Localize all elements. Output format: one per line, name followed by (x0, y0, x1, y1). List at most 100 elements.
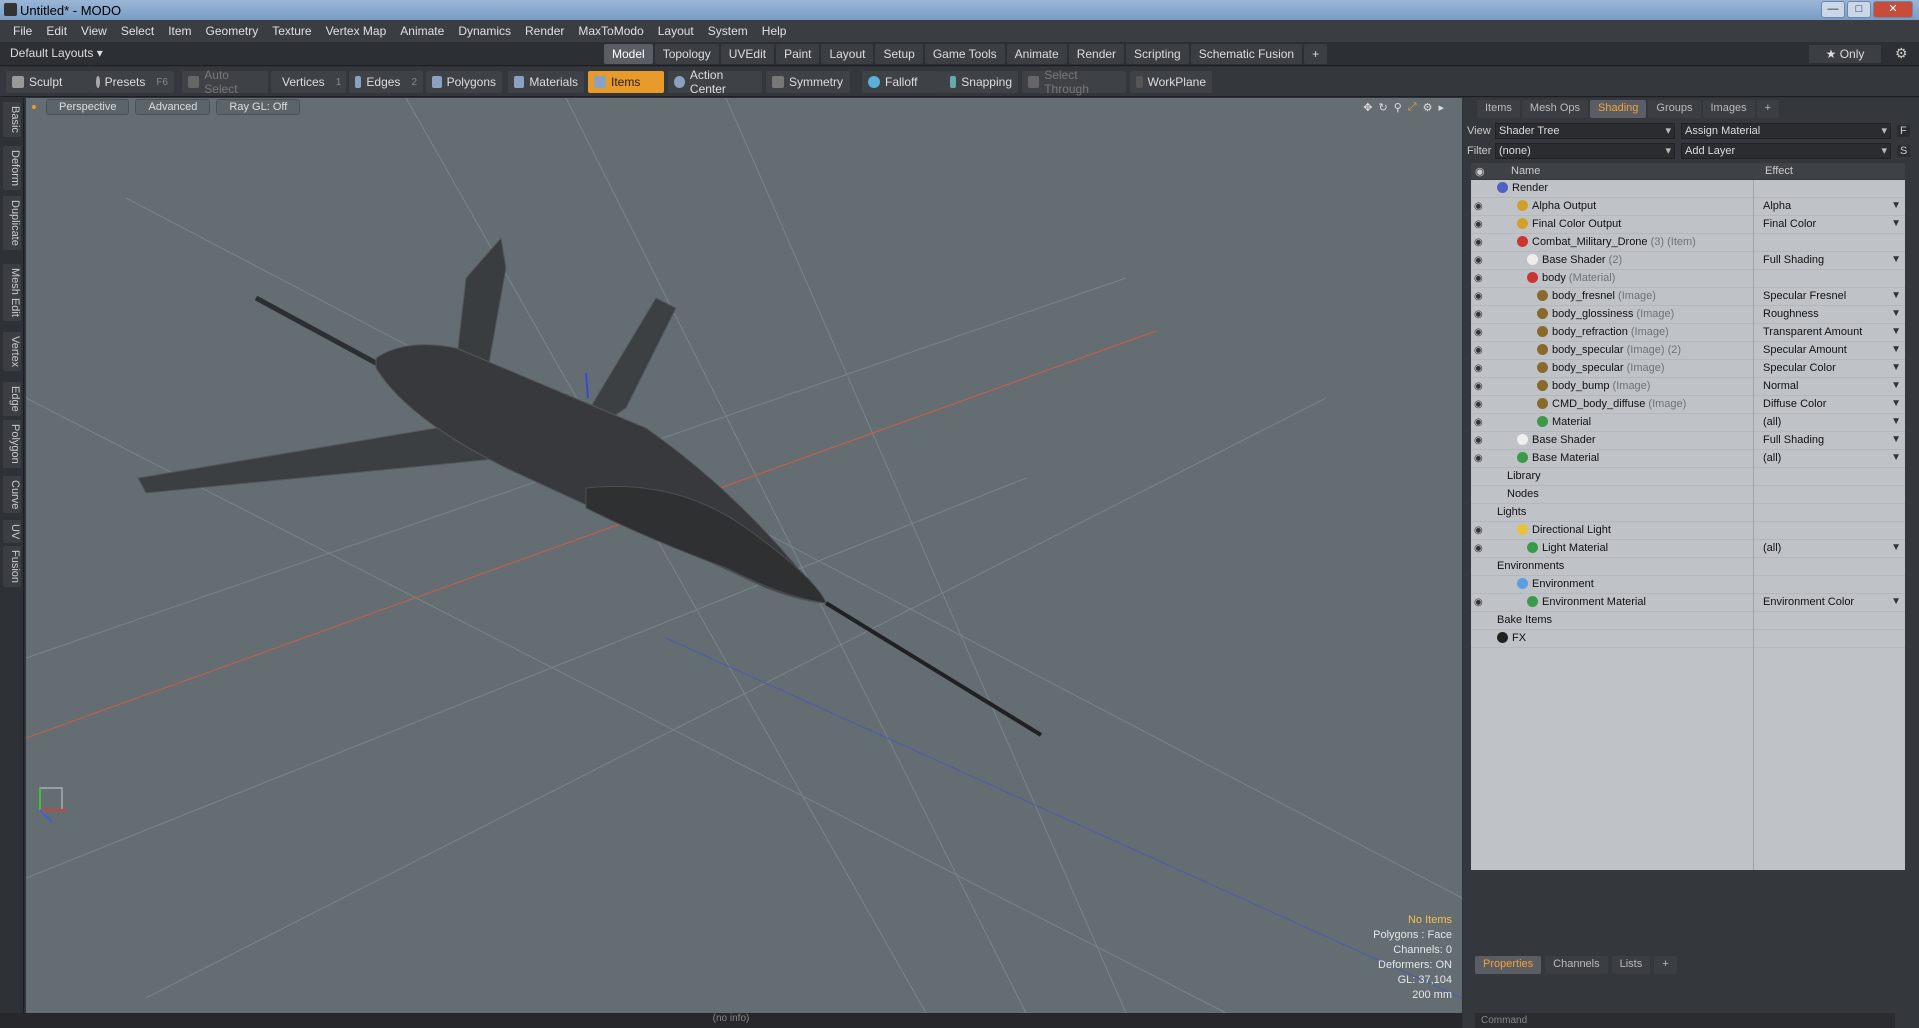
effect-dropdown-arrow-icon[interactable]: ▼ (1891, 452, 1901, 463)
tree-row[interactable]: ◉ Base Material (all) ▼ (1471, 450, 1905, 468)
visibility-eye-icon[interactable]: ◉ (1474, 219, 1486, 230)
menu-edit[interactable]: Edit (39, 24, 74, 38)
menu-file[interactable]: File (6, 24, 39, 38)
tree-item-effect[interactable]: (all) (1763, 416, 1781, 428)
menu-vertex-map[interactable]: Vertex Map (319, 24, 394, 38)
effect-dropdown-arrow-icon[interactable]: ▼ (1891, 254, 1901, 265)
tree-item-effect[interactable]: Specular Amount (1763, 344, 1847, 356)
tree-item-effect[interactable]: Environment Color (1763, 596, 1854, 608)
tree-row[interactable]: Nodes (1471, 486, 1905, 504)
filter-dropdown[interactable]: (none) (1495, 143, 1675, 159)
tree-row[interactable]: ◉ CMD_body_diffuse (Image) Diffuse Color ▼ (1471, 396, 1905, 414)
tree-row[interactable]: ◉ body (Material) (1471, 270, 1905, 288)
left-tab-fusion[interactable]: Fusion (3, 546, 21, 588)
tree-row[interactable]: ◉ Combat_Military_Drone (3) (Item) (1471, 234, 1905, 252)
left-tab-uv[interactable]: UV (3, 520, 21, 544)
prop-tab-properties[interactable]: Properties (1475, 956, 1542, 974)
tree-row[interactable]: ◉ body_specular (Image) (2) Specular Amoun… (1471, 342, 1905, 360)
tree-row[interactable]: ◉ Directional Light (1471, 522, 1905, 540)
tree-row[interactable]: ◉ Final Color Output Final Color ▼ (1471, 216, 1905, 234)
raygl-button[interactable]: Ray GL: Off (216, 99, 301, 115)
action-center-button[interactable]: Action Center (668, 68, 762, 96)
tree-row[interactable]: Render (1471, 180, 1905, 198)
effect-dropdown-arrow-icon[interactable]: ▼ (1891, 416, 1901, 427)
layout-tab-scripting[interactable]: Scripting (1126, 44, 1189, 64)
layout-tab-topology[interactable]: Topology (654, 44, 719, 64)
effect-dropdown-arrow-icon[interactable]: ▼ (1891, 200, 1901, 211)
visibility-eye-icon[interactable]: ◉ (1474, 291, 1486, 302)
panel-tab-items[interactable]: Items (1477, 100, 1520, 118)
tree-row[interactable]: ◉ body_bump (Image) Normal ▼ (1471, 378, 1905, 396)
add-layer-dropdown[interactable]: Add Layer (1681, 143, 1891, 159)
drone-model[interactable] (137, 236, 1043, 737)
tree-row[interactable]: FX (1471, 630, 1905, 648)
menu-geometry[interactable]: Geometry (199, 24, 266, 38)
visibility-eye-icon[interactable]: ◉ (1474, 543, 1486, 554)
tree-item-effect[interactable]: Normal (1763, 380, 1798, 392)
layout-tab--[interactable]: + (1304, 44, 1328, 64)
panel-tab-shading[interactable]: Shading (1590, 100, 1647, 118)
tree-row[interactable]: Environment (1471, 576, 1905, 594)
effect-dropdown-arrow-icon[interactable]: ▼ (1891, 542, 1901, 553)
viewport-settings-icon[interactable]: ⚙ (1423, 101, 1433, 114)
prop-tab--[interactable]: + (1654, 956, 1677, 974)
tree-row[interactable]: ◉ Light Material (all) ▼ (1471, 540, 1905, 558)
gear-icon[interactable]: ⚙ (1895, 45, 1911, 61)
visibility-eye-icon[interactable]: ◉ (1474, 255, 1486, 266)
left-tab-deform[interactable]: Deform (3, 146, 21, 191)
rotate-view-icon[interactable]: ↻ (1379, 101, 1388, 114)
tree-item-effect[interactable]: Specular Fresnel (1763, 290, 1846, 302)
left-tab-curve[interactable]: Curve (3, 476, 21, 514)
layout-tab-uvedit[interactable]: UVEdit (720, 44, 775, 64)
visibility-eye-icon[interactable]: ◉ (1474, 363, 1486, 374)
assign-material-dropdown[interactable]: Assign Material (1681, 123, 1891, 139)
effect-dropdown-arrow-icon[interactable]: ▼ (1891, 398, 1901, 409)
visibility-eye-icon[interactable]: ◉ (1474, 597, 1486, 608)
menu-select[interactable]: Select (114, 24, 161, 38)
symmetry-button[interactable]: Symmetry (766, 71, 850, 93)
menu-view[interactable]: View (74, 24, 114, 38)
panel-tab--[interactable]: + (1756, 100, 1780, 118)
tree-row[interactable]: ◉ body_glossiness (Image) Roughness ▼ (1471, 306, 1905, 324)
tree-item-effect[interactable]: (all) (1763, 542, 1781, 554)
tree-item-effect[interactable]: Final Color (1763, 218, 1816, 230)
items-button[interactable]: Items (588, 71, 664, 93)
move-view-icon[interactable]: ✥ (1363, 101, 1372, 114)
viewport-menu-dot[interactable] (32, 105, 36, 109)
effect-dropdown-arrow-icon[interactable]: ▼ (1891, 362, 1901, 373)
command-input[interactable]: Command (1475, 1013, 1895, 1028)
visibility-eye-icon[interactable]: ◉ (1474, 327, 1486, 338)
effect-dropdown-arrow-icon[interactable]: ▼ (1891, 344, 1901, 355)
left-tab-duplicate[interactable]: Duplicate (3, 196, 21, 250)
auto-select-button[interactable]: Auto Select (182, 68, 268, 96)
tree-row[interactable]: ◉ Base Shader (2) Full Shading ▼ (1471, 252, 1905, 270)
menu-dynamics[interactable]: Dynamics (451, 24, 518, 38)
left-tab-vertex[interactable]: Vertex (3, 332, 21, 372)
visibility-eye-icon[interactable]: ◉ (1474, 381, 1486, 392)
tree-row[interactable]: ◉ body_specular (Image) Specular Color ▼ (1471, 360, 1905, 378)
tree-item-effect[interactable]: Transparent Amount (1763, 326, 1862, 338)
workplane-button[interactable]: WorkPlane (1130, 71, 1212, 93)
tree-row[interactable]: ◉ Environment Material Environment Color ▼ (1471, 594, 1905, 612)
maximize-button[interactable]: □ (1847, 1, 1871, 18)
visibility-eye-icon[interactable]: ◉ (1474, 525, 1486, 536)
name-column-header[interactable]: Name (1511, 165, 1540, 177)
layout-tab-model[interactable]: Model (604, 44, 653, 64)
layout-tab-animate[interactable]: Animate (1006, 44, 1067, 64)
close-button[interactable]: ✕ (1873, 1, 1913, 18)
effect-dropdown-arrow-icon[interactable]: ▼ (1891, 596, 1901, 607)
effect-dropdown-arrow-icon[interactable]: ▼ (1891, 218, 1901, 229)
layout-tab-layout[interactable]: Layout (821, 44, 874, 64)
f-button[interactable]: F (1897, 125, 1910, 137)
layout-tab-render[interactable]: Render (1068, 44, 1125, 64)
menu-help[interactable]: Help (755, 24, 794, 38)
select-through-button[interactable]: Select Through (1022, 68, 1126, 96)
left-tab-polygon[interactable]: Polygon (3, 420, 21, 468)
panel-tab-images[interactable]: Images (1702, 100, 1755, 118)
prop-tab-lists[interactable]: Lists (1611, 956, 1651, 974)
s-button[interactable]: S (1897, 145, 1911, 157)
tree-item-effect[interactable]: Alpha (1763, 200, 1791, 212)
left-tab-basic[interactable]: Basic (3, 102, 21, 137)
tree-row[interactable]: ◉ Alpha Output Alpha ▼ (1471, 198, 1905, 216)
prop-tab-channels[interactable]: Channels (1545, 956, 1608, 974)
